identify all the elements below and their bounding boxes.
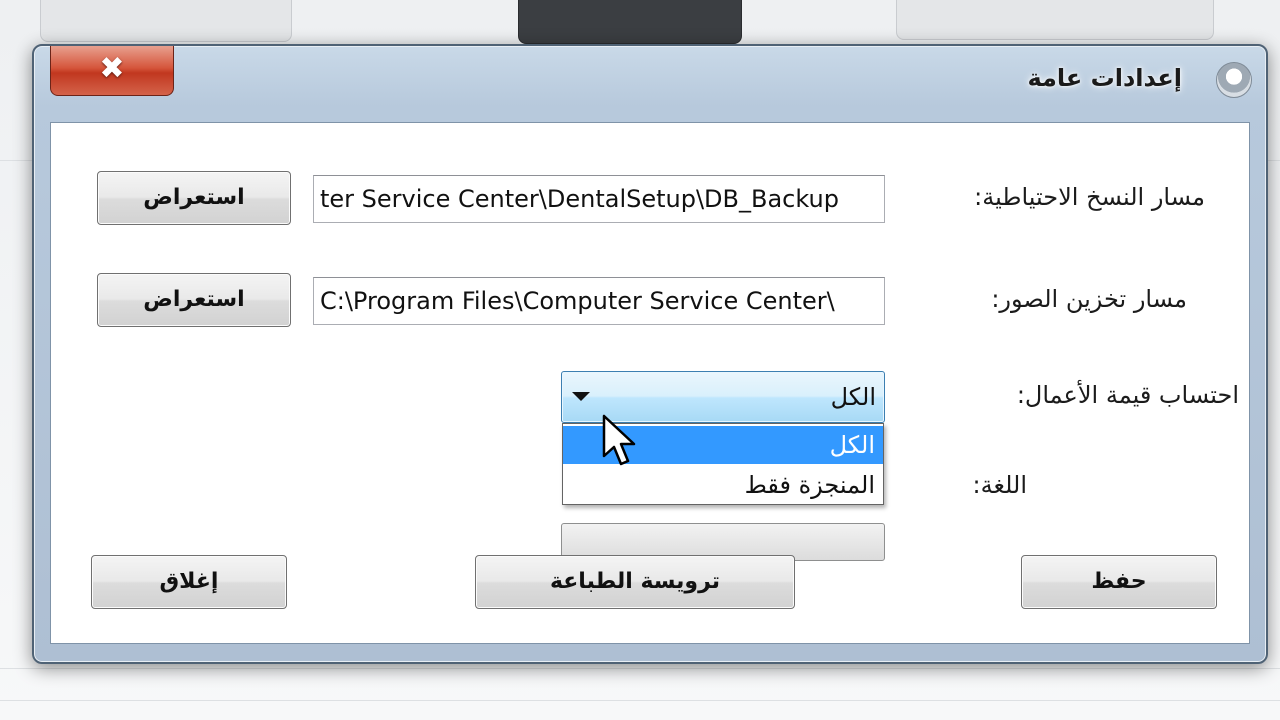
language-label: اللغة: (972, 471, 1027, 499)
images-path-label: مسار تخزين الصور: (991, 285, 1187, 313)
close-icon: ✖ (99, 51, 125, 86)
background-tile (518, 0, 742, 44)
background-tile (40, 0, 292, 42)
backup-path-label: مسار النسخ الاحتياطية: (974, 183, 1205, 211)
dialog-client-area: مسار النسخ الاحتياطية: ter Service Cente… (50, 122, 1250, 644)
mouse-pointer-icon (602, 414, 636, 466)
works-value-selected: الكل (830, 383, 876, 411)
images-path-field[interactable]: C:\Program Files\Computer Service Center… (313, 277, 885, 325)
chevron-down-icon[interactable] (572, 392, 590, 401)
dialog-title: إعدادات عامة (1027, 64, 1182, 92)
background-divider (0, 668, 1280, 669)
close-button[interactable]: إغلاق (91, 555, 287, 609)
backup-browse-button[interactable]: استعراض (97, 171, 291, 225)
window-close-button[interactable]: ✖ (50, 46, 174, 96)
background-tile (896, 0, 1214, 40)
background-divider (0, 700, 1280, 701)
images-browse-button[interactable]: استعراض (97, 273, 291, 327)
print-header-button[interactable]: ترويسة الطباعة (475, 555, 795, 609)
tooth-icon (1216, 62, 1252, 98)
backup-path-field[interactable]: ter Service Center\DentalSetup\DB_Backup (313, 175, 885, 223)
save-button[interactable]: حفظ (1021, 555, 1217, 609)
dropdown-option-completed-only[interactable]: المنجزة فقط (563, 466, 883, 504)
settings-dialog: ✖ إعدادات عامة مسار النسخ الاحتياطية: te… (32, 44, 1268, 664)
works-value-label: احتساب قيمة الأعمال: (1016, 381, 1239, 409)
